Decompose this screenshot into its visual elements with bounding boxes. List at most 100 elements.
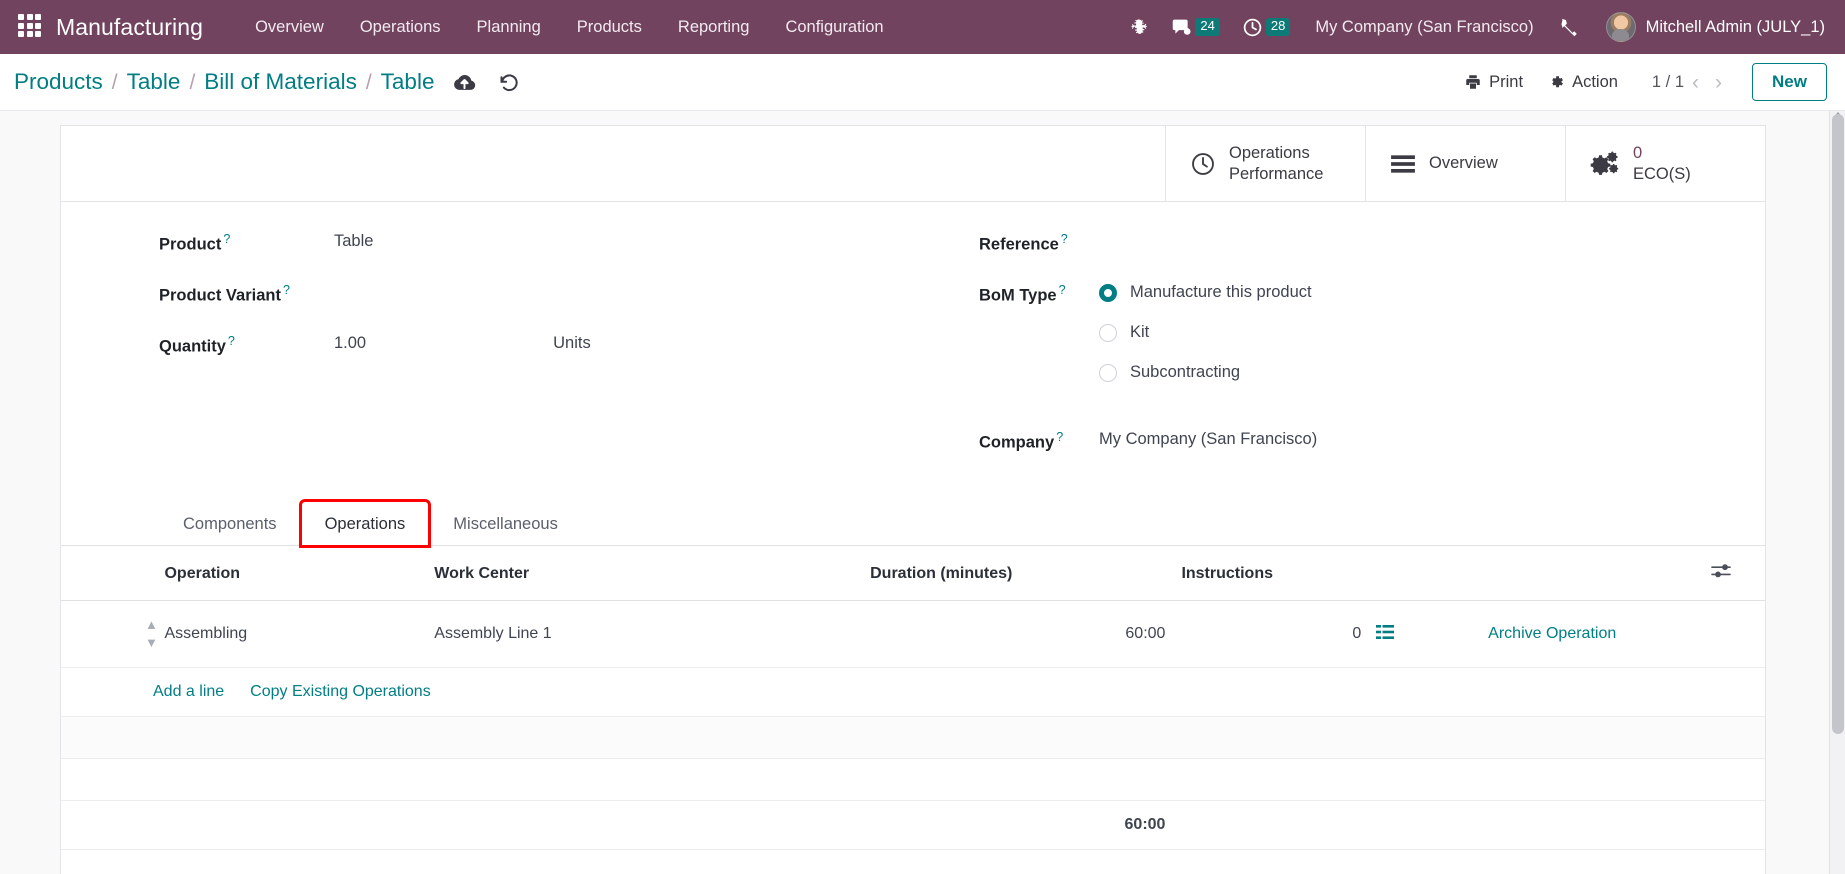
col-header-operation[interactable]: Operation xyxy=(156,546,427,601)
help-tooltip-icon[interactable]: ? xyxy=(1059,283,1066,297)
stat-line-2: Performance xyxy=(1229,164,1324,183)
breadcrumb-separator: / xyxy=(365,71,372,94)
action-button[interactable]: Action xyxy=(1535,67,1630,98)
archive-operation-button[interactable]: Archive Operation xyxy=(1488,625,1616,642)
top-navbar: Manufacturing Overview Operations Planni… xyxy=(0,0,1845,54)
new-button[interactable]: New xyxy=(1752,63,1827,101)
nav-item-overview[interactable]: Overview xyxy=(237,0,342,54)
user-menu[interactable]: Mitchell Admin (JULY_1) xyxy=(1592,12,1831,42)
radio-button-manufacture[interactable] xyxy=(1099,283,1117,302)
breadcrumb-item-table[interactable]: Table xyxy=(127,69,181,95)
help-tooltip-icon[interactable]: ? xyxy=(228,334,235,348)
record-save-discard-actions xyxy=(452,70,521,95)
nav-item-reporting[interactable]: Reporting xyxy=(660,0,768,54)
breadcrumb-separator: / xyxy=(189,71,196,94)
undo-discard-icon[interactable] xyxy=(497,70,521,94)
optional-columns-dropdown[interactable] xyxy=(1702,546,1765,601)
vertical-scrollbar[interactable] xyxy=(1829,111,1845,874)
help-tooltip-icon[interactable]: ? xyxy=(1061,232,1068,246)
pager-previous-icon[interactable]: ‹ xyxy=(1684,72,1707,93)
app-brand-manufacturing[interactable]: Manufacturing xyxy=(56,14,203,41)
field-label-product-variant: Product Variant? xyxy=(159,283,334,306)
empty-cell xyxy=(61,716,1765,759)
radio-label-manufacture[interactable]: Manufacture this product xyxy=(1130,283,1312,302)
col-header-duration[interactable]: Duration (minutes) xyxy=(862,546,1174,601)
stat-button-operations-performance[interactable]: Operations Performance xyxy=(1165,126,1365,201)
instructions-count: 0 xyxy=(1352,624,1362,642)
table-header-row: Operation Work Center Duration (minutes)… xyxy=(61,546,1765,601)
col-header-work-center[interactable]: Work Center xyxy=(426,546,863,601)
stat-label-overview: Overview xyxy=(1429,153,1498,173)
stat-button-overview[interactable]: Overview xyxy=(1365,126,1565,201)
stat-button-ecos[interactable]: 0 ECO(S) xyxy=(1565,126,1765,201)
radio-button-subcontracting[interactable] xyxy=(1099,363,1117,382)
messages-badge: 24 xyxy=(1195,18,1220,36)
pager-value: 1 / 1 xyxy=(1651,72,1685,91)
print-button[interactable]: Print xyxy=(1452,67,1535,98)
col-header-instructions[interactable]: Instructions xyxy=(1173,546,1402,601)
radio-button-kit[interactable] xyxy=(1099,323,1117,342)
cell-duration[interactable]: 60:00 xyxy=(862,600,1174,668)
totals-row: 60:00 xyxy=(61,800,1765,850)
add-line-cell: Add a line Copy Existing Operations xyxy=(61,667,1765,717)
help-tooltip-icon[interactable]: ? xyxy=(283,283,290,297)
activities-counter[interactable]: 28 xyxy=(1231,17,1301,38)
cell-operation[interactable]: Assembling xyxy=(156,600,427,668)
add-a-line-button[interactable]: Add a line xyxy=(153,683,224,701)
total-duration-value: 60:00 xyxy=(862,800,1174,850)
copy-existing-operations-button[interactable]: Copy Existing Operations xyxy=(250,683,431,701)
nav-item-planning[interactable]: Planning xyxy=(459,0,559,54)
radio-option-subcontracting[interactable]: Subcontracting xyxy=(1099,363,1312,382)
field-product: Product? Table xyxy=(159,232,913,256)
nav-item-operations[interactable]: Operations xyxy=(342,0,459,54)
row-drag-handle[interactable]: ▲ ▼ xyxy=(61,600,158,668)
cloud-upload-icon[interactable] xyxy=(452,70,477,95)
bom-type-radio-group: Manufacture this product Kit Subcontract… xyxy=(1099,283,1312,403)
field-reference: Reference? xyxy=(979,232,1765,256)
gear-icon xyxy=(1552,76,1564,88)
scrollbar-thumb[interactable] xyxy=(1832,114,1844,734)
field-value-uom[interactable]: Units xyxy=(553,334,591,353)
radio-option-kit[interactable]: Kit xyxy=(1099,323,1312,342)
field-value-company[interactable]: My Company (San Francisco) xyxy=(1099,430,1317,452)
empty-row xyxy=(61,758,1765,801)
stat-line-1: Overview xyxy=(1429,154,1498,173)
gears-icon xyxy=(1590,151,1619,175)
operations-table-body: ▲ ▼ Assembling Assembly Line 1 60:00 0 A… xyxy=(61,600,1765,850)
list-lines-icon[interactable] xyxy=(1375,624,1394,645)
drag-handle-icon[interactable]: ▲ ▼ xyxy=(145,617,158,650)
field-value-product[interactable]: Table xyxy=(334,232,373,254)
printer-icon xyxy=(1466,75,1480,89)
radio-label-kit[interactable]: Kit xyxy=(1130,323,1149,342)
field-label-product: Product? xyxy=(159,232,334,255)
cell-work-center[interactable]: Assembly Line 1 xyxy=(426,600,863,668)
debug-bug-icon[interactable] xyxy=(1119,18,1160,37)
nav-item-products[interactable]: Products xyxy=(559,0,660,54)
breadcrumb-item-bill-of-materials[interactable]: Bill of Materials xyxy=(204,69,357,95)
notebook: Components Operations Miscellaneous Oper… xyxy=(61,499,1765,850)
company-switcher[interactable]: My Company (San Francisco) xyxy=(1301,18,1547,37)
field-bom-type: BoM Type? Manufacture this product Kit S… xyxy=(979,283,1765,403)
breadcrumb-separator: / xyxy=(111,71,118,94)
tools-icon[interactable] xyxy=(1548,16,1592,38)
nav-item-configuration[interactable]: Configuration xyxy=(767,0,901,54)
stat-value-ecos: 0 xyxy=(1633,144,1643,163)
print-label: Print xyxy=(1489,72,1524,91)
tab-operations[interactable]: Operations xyxy=(298,499,432,548)
tab-components[interactable]: Components xyxy=(159,501,301,546)
pager-next-icon[interactable]: › xyxy=(1707,72,1730,93)
cell-instructions[interactable]: 0 xyxy=(1173,600,1402,668)
breadcrumb-item-products[interactable]: Products xyxy=(14,69,103,95)
cell-row-action: Archive Operation xyxy=(1401,600,1703,668)
messages-counter[interactable]: 24 xyxy=(1160,17,1230,38)
apps-grid-icon[interactable] xyxy=(18,14,44,40)
form-fields: Product? Table Product Variant? Quantity… xyxy=(61,202,1765,495)
radio-option-manufacture[interactable]: Manufacture this product xyxy=(1099,283,1312,302)
table-row[interactable]: ▲ ▼ Assembling Assembly Line 1 60:00 0 A… xyxy=(61,600,1765,668)
help-tooltip-icon[interactable]: ? xyxy=(223,232,230,246)
field-value-quantity[interactable]: 1.00 xyxy=(334,334,366,356)
empty-cell xyxy=(61,758,1765,801)
tab-miscellaneous[interactable]: Miscellaneous xyxy=(429,501,582,546)
help-tooltip-icon[interactable]: ? xyxy=(1056,430,1063,444)
radio-label-subcontracting[interactable]: Subcontracting xyxy=(1130,363,1240,382)
